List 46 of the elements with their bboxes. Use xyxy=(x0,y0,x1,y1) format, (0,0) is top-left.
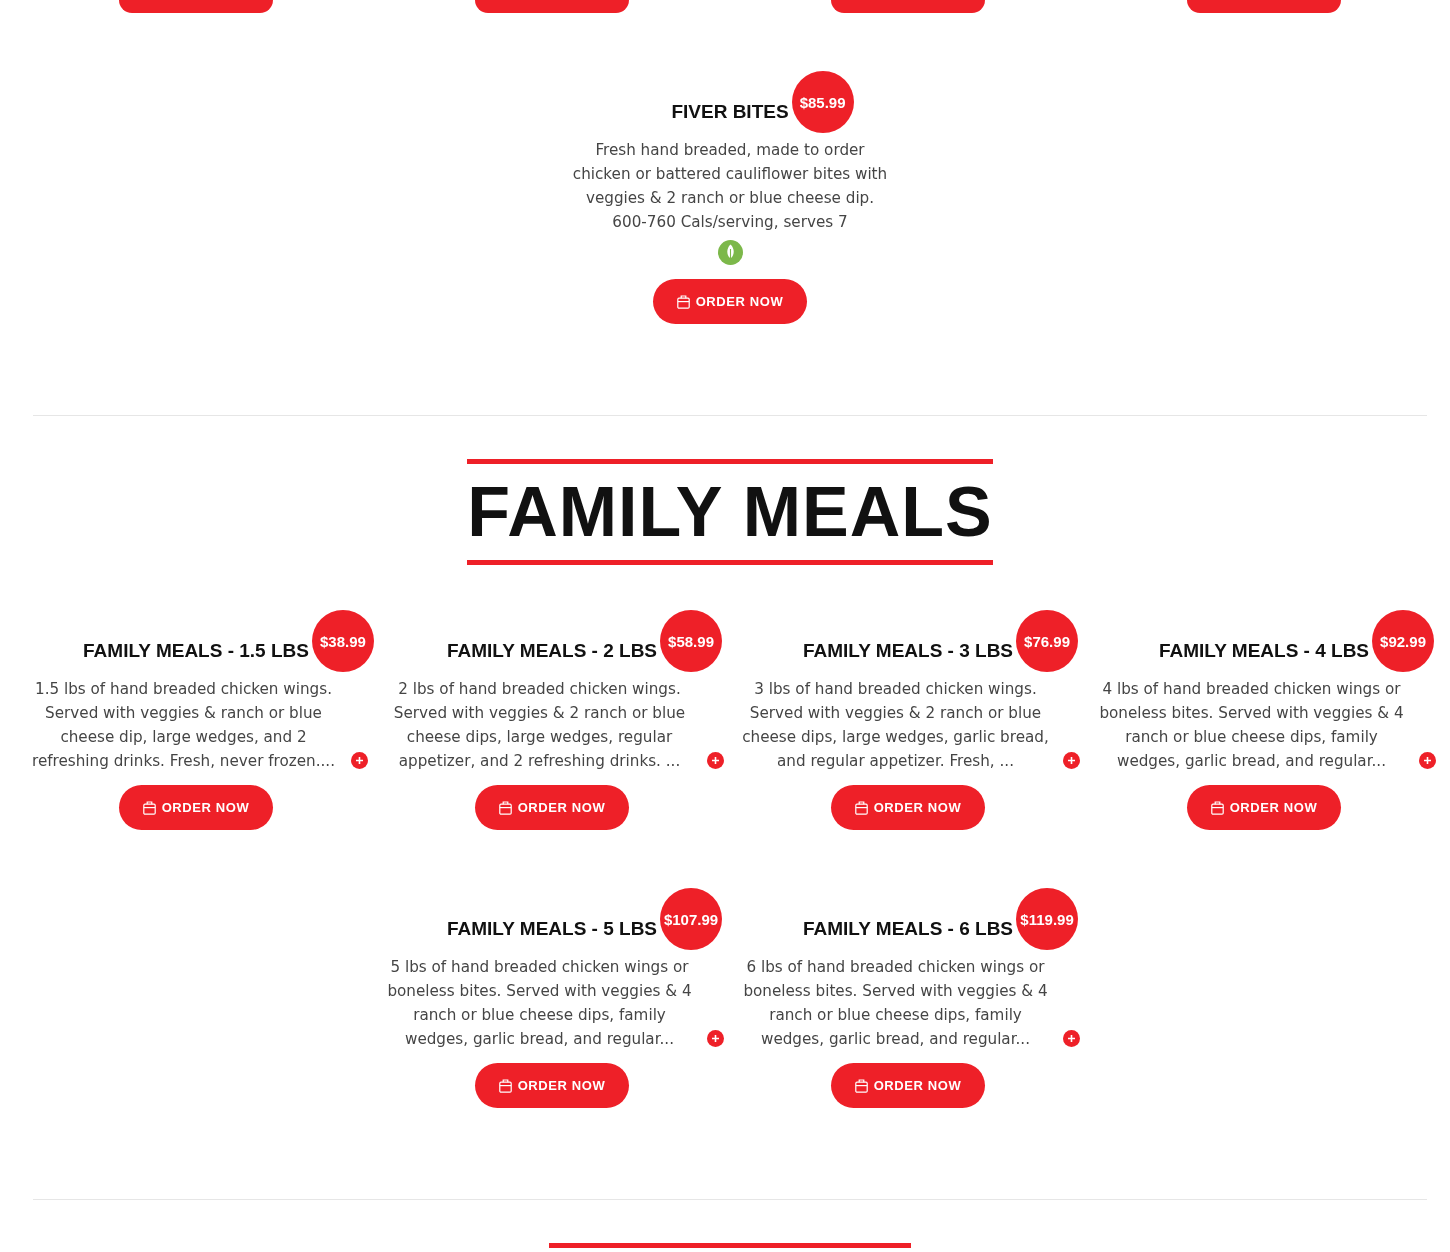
price-badge: $119.99 xyxy=(1016,888,1079,950)
price-badge: $58.99 xyxy=(660,610,723,672)
order-button[interactable] xyxy=(119,0,273,13)
order-button[interactable]: ORDER NOW xyxy=(475,1063,629,1108)
plus-icon[interactable] xyxy=(1418,752,1436,769)
plus-icon[interactable] xyxy=(1062,752,1080,769)
item-title: FAMILY MEALS - 2 LBS xyxy=(446,639,658,663)
bag-icon xyxy=(854,1078,868,1093)
item-description: 1.5 lbs of hand breaded chicken wings. Served with veggies & ranch or blue cheese dip, large wedges, and 2 refreshing drinks. Fresh, never frozen.... xyxy=(30,679,337,772)
item-description: 3 lbs of hand breaded chicken wings. Served with veggies & 2 ranch or blue cheese dips, large wedges, garlic bread, and regular appetizer. Fresh, ... xyxy=(741,679,1050,772)
item-title: FAMILY MEALS - 5 LBS xyxy=(446,917,658,941)
order-button[interactable]: ORDER NOW xyxy=(831,785,985,830)
order-button[interactable]: ORDER NOW xyxy=(831,1063,985,1108)
item-description: 2 lbs of hand breaded chicken wings. Served with veggies & 2 ranch or blue cheese dips, large wedges, regular appetizer, and 2 refreshing drinks. ... xyxy=(392,679,687,772)
bag-icon xyxy=(676,294,690,309)
bag-icon xyxy=(142,800,156,815)
order-button[interactable]: ORDER NOW xyxy=(653,279,807,324)
item-description: 4 lbs of hand breaded chicken wings or boneless bites. Served with veggies & 4 ranch or blue cheese dips, family wedges, garlic bread, and regular... xyxy=(1098,679,1405,772)
bag-icon xyxy=(854,800,868,815)
item-title: FAMILY MEALS - 4 LBS xyxy=(1158,639,1370,663)
item-description: Fresh hand breaded, made to order chicken or battered cauliflower bites with veggies & 2 ranch or blue cheese dip. 600-760 Cals/serving, serves 7 xyxy=(571,140,889,233)
plus-icon[interactable] xyxy=(706,752,724,769)
item-description: 5 lbs of hand breaded chicken wings or boneless bites. Served with veggies & 4 ranch or blue cheese dips, family wedges, garlic bread, and regular... xyxy=(386,957,693,1050)
price-badge: $76.99 xyxy=(1016,610,1079,672)
item-title: FAMILY MEALS - 6 LBS xyxy=(802,917,1014,941)
order-button[interactable]: ORDER NOW xyxy=(1187,785,1341,830)
order-button[interactable]: ORDER NOW xyxy=(475,785,629,830)
plus-icon[interactable] xyxy=(706,1030,724,1047)
bag-icon xyxy=(498,800,512,815)
order-button[interactable] xyxy=(1187,0,1341,13)
price-badge: $107.99 xyxy=(660,888,723,950)
order-button[interactable] xyxy=(475,0,629,13)
bag-icon xyxy=(498,1078,512,1093)
plus-icon[interactable] xyxy=(350,752,368,769)
price-badge: $92.99 xyxy=(1372,610,1435,672)
plus-icon[interactable] xyxy=(1062,1030,1080,1047)
item-title: FIVER BITES xyxy=(671,100,789,124)
order-button[interactable]: ORDER NOW xyxy=(119,785,273,830)
section-heading: FAMILY MEALS xyxy=(467,472,993,553)
item-title: FAMILY MEALS - 3 LBS xyxy=(802,639,1014,663)
price-badge: $85.99 xyxy=(791,71,854,133)
bag-icon xyxy=(1210,800,1224,815)
price-badge: $38.99 xyxy=(311,610,374,672)
order-button[interactable] xyxy=(831,0,985,13)
item-title: FAMILY MEALS - 1.5 LBS xyxy=(83,639,309,663)
item-description: 6 lbs of hand breaded chicken wings or boneless bites. Served with veggies & 4 ranch or blue cheese dips, family wedges, garlic bread, and regular... xyxy=(742,957,1049,1050)
